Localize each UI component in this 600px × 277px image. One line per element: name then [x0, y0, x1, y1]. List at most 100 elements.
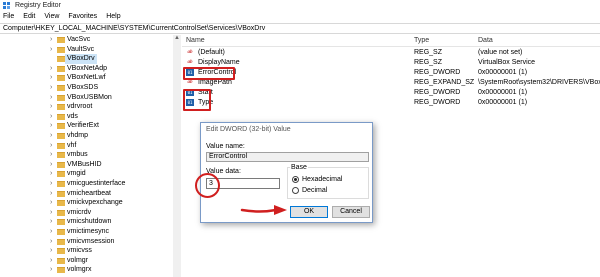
tree-item[interactable]: › vmicvss: [0, 246, 180, 256]
tree-item-label: VBoxNetLwf: [67, 74, 106, 82]
tree-scrollbar[interactable]: ▲: [173, 35, 181, 277]
tree-item[interactable]: › vmickvpexchange: [0, 198, 180, 208]
highlight-errorcontrol: [183, 67, 235, 80]
value-row[interactable]: ab ImagePath REG_EXPAND_SZ \SystemRoot\syst…: [182, 78, 600, 87]
tree-item[interactable]: › VMBusHID: [0, 160, 180, 170]
decimal-label[interactable]: Decimal: [302, 187, 327, 194]
decimal-radio[interactable]: [292, 187, 299, 194]
cancel-button[interactable]: Cancel: [332, 206, 370, 218]
tree-item[interactable]: › VaultSvc: [0, 45, 180, 55]
tree-item[interactable]: › volmgr: [0, 256, 180, 266]
tree-item[interactable]: › vmbus: [0, 150, 180, 160]
hexadecimal-label[interactable]: Hexadecimal: [302, 176, 342, 183]
tree-item-label: volmgrx: [67, 266, 92, 274]
tree-item[interactable]: › vmicguestinterface: [0, 179, 180, 189]
tree-item[interactable]: › VacSvc: [0, 35, 180, 45]
value-row[interactable]: 01 ErrorControl REG_DWORD 0x00000001 (1): [182, 68, 600, 77]
folder-icon: [57, 104, 65, 111]
tree-item-label: volmgr: [67, 256, 89, 264]
string-value-icon: ab: [187, 50, 193, 55]
value-name: (Default): [198, 49, 225, 56]
menu-file[interactable]: File: [3, 13, 14, 20]
title-bar: Registry Editor: [0, 0, 600, 11]
folder-icon: [57, 133, 65, 139]
highlight-value-data: [195, 173, 220, 198]
hexadecimal-radio[interactable]: [292, 176, 299, 183]
ok-button[interactable]: OK: [290, 206, 328, 218]
folder-icon: [57, 56, 65, 63]
tree-item[interactable]: › vmictimesync: [0, 227, 180, 237]
list-header: Name Type Data: [182, 35, 600, 47]
tree-item[interactable]: › vmicrdv: [0, 208, 180, 218]
tree-item[interactable]: › volmgrx: [0, 265, 180, 275]
value-name: DisplayName: [198, 59, 240, 66]
tree-item[interactable]: › vdrvroot: [0, 102, 180, 112]
address-bar[interactable]: Computer\HKEY_LOCAL_MACHINE\SYSTEM\Curre…: [0, 23, 600, 34]
value-type: REG_EXPAND_SZ: [414, 79, 475, 86]
tree-item-label: vdrvroot: [67, 103, 93, 111]
value-data: 0x00000001 (1): [478, 99, 528, 106]
folder-icon: [57, 142, 65, 149]
tree-item[interactable]: › vmgid: [0, 169, 180, 179]
radio-selected-dot: [294, 178, 297, 181]
tree-item-label: vmicrdv: [67, 208, 92, 216]
address-path: Computer\HKEY_LOCAL_MACHINE\SYSTEM\Curre…: [3, 25, 266, 32]
folder-icon: [57, 113, 65, 120]
tree-item[interactable]: VBoxDrv: [0, 54, 180, 65]
tree-item-label: vmicheartbeat: [67, 189, 111, 197]
value-type: REG_DWORD: [414, 69, 461, 76]
column-data[interactable]: Data: [478, 37, 493, 44]
tree-item[interactable]: › VBoxNetLwf: [0, 73, 180, 83]
tree-item[interactable]: › vmicvmsession: [0, 237, 180, 247]
tree-item[interactable]: › vds: [0, 112, 180, 122]
folder-icon: [57, 123, 65, 130]
value-row[interactable]: 01 Start REG_DWORD 0x00000001 (1): [182, 88, 600, 97]
tree-item[interactable]: › VerifierExt: [0, 121, 180, 131]
tree-item[interactable]: › vhf: [0, 141, 180, 151]
tree-item-label: VMBusHID: [67, 160, 102, 168]
tree-item[interactable]: › VBoxUSBMon: [0, 93, 180, 103]
menu-help[interactable]: Help: [106, 13, 120, 20]
menu-edit[interactable]: Edit: [23, 13, 35, 20]
window-title: Registry Editor: [15, 2, 61, 9]
menu-favorites[interactable]: Favorites: [68, 13, 97, 20]
scroll-up-icon[interactable]: ▲: [174, 35, 180, 41]
key-tree[interactable]: › VacSvc › VaultSvc VBoxDrv › VBoxNetAdp › VBoxN…: [0, 35, 181, 277]
tree-item[interactable]: › VBoxSDS: [0, 83, 180, 93]
value-type: REG_SZ: [414, 59, 443, 66]
tree-item-label: vmbus: [67, 151, 88, 159]
folder-icon: [57, 219, 65, 226]
value-type: REG_DWORD: [414, 89, 461, 96]
tree-item-label: VacSvc: [67, 36, 91, 43]
folder-icon: [57, 75, 65, 82]
string-value-icon: ab: [187, 80, 193, 85]
tree-item[interactable]: › vmicshutdown: [0, 217, 180, 227]
tree-item-label: vmicvss: [67, 247, 92, 255]
column-type[interactable]: Type: [414, 37, 429, 44]
tree-item[interactable]: › vhdmp: [0, 131, 180, 141]
folder-icon: [57, 161, 65, 168]
tree-item-label: vmgid: [67, 170, 86, 178]
menu-bar: File Edit View Favorites Help: [0, 11, 600, 22]
base-group: [287, 167, 369, 199]
tree-item-label: VBoxNetAdp: [67, 64, 108, 72]
arrow-annotation-icon: [240, 205, 287, 215]
tree-item-label: vhdmp: [67, 132, 89, 139]
tree-item-label: vmickvpexchange: [67, 199, 123, 207]
tree-item-label: vhf: [67, 141, 77, 149]
folder-icon: [57, 190, 65, 197]
value-type: REG_DWORD: [414, 99, 461, 106]
folder-icon: [57, 152, 65, 159]
tree-item-label: VBoxSDS: [67, 84, 99, 91]
tree-item-label: vmicvmsession: [67, 237, 115, 245]
value-row[interactable]: ab (Default) REG_SZ (value not set): [182, 48, 600, 57]
value-row[interactable]: 01 Type REG_DWORD 0x00000001 (1): [182, 98, 600, 107]
menu-view[interactable]: View: [44, 13, 59, 20]
tree-item[interactable]: › vmicheartbeat: [0, 189, 180, 199]
folder-icon: [57, 181, 65, 187]
dialog-title: Edit DWORD (32-bit) Value: [206, 126, 291, 133]
value-name-field: ErrorControl: [206, 152, 369, 162]
column-name[interactable]: Name: [186, 37, 205, 44]
value-row[interactable]: ab DisplayName REG_SZ VirtualBox Service: [182, 58, 600, 67]
tree-item[interactable]: › VBoxNetAdp: [0, 64, 180, 74]
